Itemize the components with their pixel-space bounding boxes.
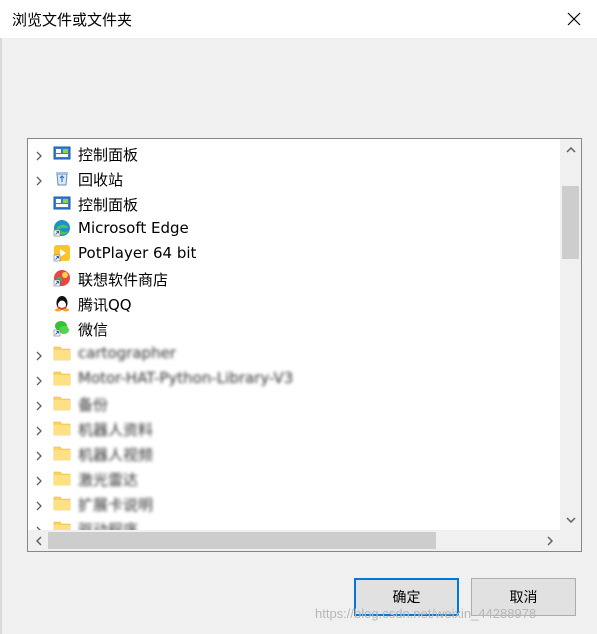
chevron-right-icon[interactable] <box>33 472 45 486</box>
tree-item-label: Microsoft Edge <box>78 219 189 237</box>
tree-item-label: Motor-HAT-Python-Library-V3 <box>78 369 294 387</box>
tree-item[interactable]: Microsoft Edge <box>28 215 559 240</box>
horizontal-scroll-thumb[interactable] <box>48 532 436 549</box>
dialog-body: 控制面板 回收站 控制面板 Microsoft Edge PotPlayer 64 bi… <box>2 38 597 634</box>
tree-item-label: 机器人资料 <box>78 421 154 439</box>
tree-item-label: 回收站 <box>78 171 124 189</box>
scrollbar-corner <box>560 530 581 551</box>
chevron-right-icon[interactable] <box>33 347 45 361</box>
folder-icon <box>53 494 71 512</box>
chevron-right-icon[interactable] <box>33 147 45 161</box>
potplayer-icon <box>53 244 71 262</box>
chevron-right-icon[interactable] <box>33 497 45 511</box>
tree-item-label: 腾讯QQ <box>78 296 132 314</box>
folder-icon <box>53 344 71 362</box>
chevron-right-icon[interactable] <box>33 397 45 411</box>
tree-item-label: 控制面板 <box>78 196 139 214</box>
folder-icon <box>53 394 71 412</box>
window-title: 浏览文件或文件夹 <box>12 11 133 29</box>
chevron-right-icon[interactable] <box>33 422 45 436</box>
tree-rows: 控制面板 回收站 控制面板 Microsoft Edge PotPlayer 64 bi… <box>28 140 559 540</box>
tree-item[interactable]: 扩展卡说明 <box>28 490 559 515</box>
watermark: https://blog.csdn.net/weixin_44288978 <box>315 606 537 621</box>
tree-item[interactable]: cartographer <box>28 340 559 365</box>
qq-icon <box>53 294 71 312</box>
tree-item-label: 备份 <box>78 396 109 414</box>
tree-item-label: PotPlayer 64 bit <box>78 244 197 262</box>
close-icon <box>567 12 581 26</box>
folder-icon <box>53 469 71 487</box>
chevron-up-icon <box>565 146 576 153</box>
tree-item-label: cartographer <box>78 344 176 362</box>
tree-item[interactable]: 联想软件商店 <box>28 265 559 290</box>
tree-item[interactable]: PotPlayer 64 bit <box>28 240 559 265</box>
chevron-right-icon[interactable] <box>33 372 45 386</box>
tree-item-label: 微信 <box>78 321 109 339</box>
scroll-down-button[interactable] <box>560 509 581 530</box>
control-panel-icon <box>53 194 71 212</box>
tree-item[interactable]: 微信 <box>28 315 559 340</box>
tree-item-label: 控制面板 <box>78 146 139 164</box>
folder-icon <box>53 369 71 387</box>
tree-item[interactable]: 控制面板 <box>28 190 559 215</box>
tree-item-label: 机器人视频 <box>78 446 154 464</box>
folder-icon <box>53 444 71 462</box>
tree-item-label: 扩展卡说明 <box>78 496 154 514</box>
vertical-scroll-thumb[interactable] <box>562 186 579 259</box>
tree-item-label: 激光雷达 <box>78 471 139 489</box>
chevron-left-icon <box>35 535 42 546</box>
close-button[interactable] <box>551 0 597 38</box>
tree-item[interactable]: Motor-HAT-Python-Library-V3 <box>28 365 559 390</box>
folder-icon <box>53 419 71 437</box>
lenovo-store-icon <box>53 269 71 287</box>
tree-item[interactable]: 腾讯QQ <box>28 290 559 315</box>
tree-item[interactable]: 激光雷达 <box>28 465 559 490</box>
chevron-right-icon[interactable] <box>33 447 45 461</box>
tree-item-label: 联想软件商店 <box>78 271 169 289</box>
recycle-bin-icon <box>53 169 71 187</box>
title-bar: 浏览文件或文件夹 <box>0 0 597 38</box>
wechat-icon <box>53 319 71 337</box>
scroll-left-button[interactable] <box>28 530 49 551</box>
tree-item[interactable]: 回收站 <box>28 165 559 190</box>
scroll-right-button[interactable] <box>539 530 560 551</box>
control-panel-icon <box>53 144 71 162</box>
horizontal-scrollbar[interactable] <box>28 530 560 551</box>
chevron-down-icon <box>565 516 576 523</box>
tree-item[interactable]: 备份 <box>28 390 559 415</box>
chevron-right-icon[interactable] <box>33 172 45 186</box>
tree-item[interactable]: 机器人视频 <box>28 440 559 465</box>
tree-item[interactable]: 机器人资料 <box>28 415 559 440</box>
vertical-scrollbar[interactable] <box>560 139 581 530</box>
folder-tree[interactable]: 控制面板 回收站 控制面板 Microsoft Edge PotPlayer 64 bi… <box>27 138 582 552</box>
tree-item[interactable]: 控制面板 <box>28 140 559 165</box>
edge-icon <box>53 219 71 237</box>
scroll-up-button[interactable] <box>560 139 581 160</box>
chevron-right-icon <box>546 535 553 546</box>
